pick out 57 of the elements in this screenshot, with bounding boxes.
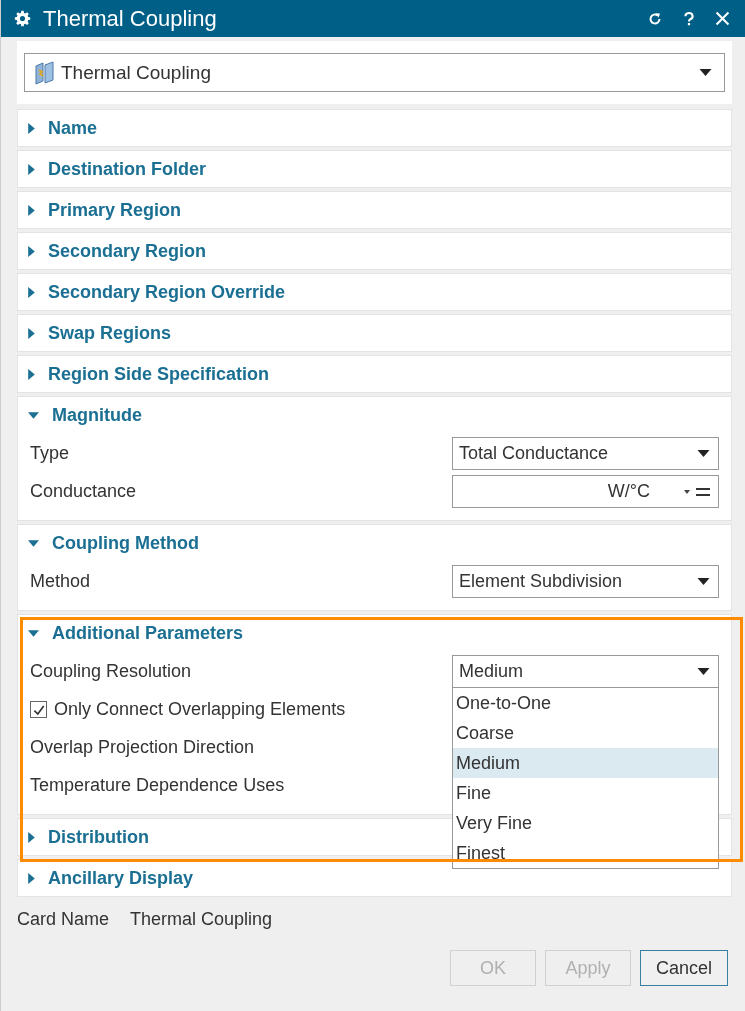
- dialog-button[interactable]: Cancel: [640, 950, 728, 986]
- section-header[interactable]: Secondary Region: [18, 233, 211, 269]
- field-label: Overlap Projection Direction: [30, 737, 255, 758]
- collapsed-triangle-icon: [28, 245, 35, 257]
- section-header[interactable]: Region Side Specification: [18, 356, 274, 392]
- section-header[interactable]: Distribution: [18, 819, 153, 855]
- caret-icon: [699, 69, 712, 76]
- section-header[interactable]: Additional Parameters: [18, 615, 248, 651]
- dropdown-option[interactable]: Fine: [453, 778, 718, 808]
- dropdown-option[interactable]: Medium: [453, 748, 718, 778]
- expanded-triangle-icon: [28, 411, 39, 419]
- dropdown-option[interactable]: One-to-One: [453, 688, 718, 718]
- section-header[interactable]: Swap Regions: [18, 315, 176, 351]
- section-header[interactable]: Magnitude: [18, 397, 146, 433]
- expanded-triangle-icon: [28, 629, 39, 637]
- field-label: Conductance: [30, 481, 137, 502]
- window-title: Thermal Coupling: [43, 5, 217, 32]
- dropdown-option[interactable]: Very Fine: [453, 808, 718, 838]
- collapsed-triangle-icon: [28, 368, 35, 380]
- caret-icon: [697, 578, 710, 585]
- collapsed-triangle-icon: [28, 327, 35, 339]
- collapsed-triangle-icon: [28, 831, 35, 843]
- card-name-value: Thermal Coupling: [130, 909, 273, 930]
- conductance-input[interactable]: W/°C: [452, 475, 719, 508]
- help-icon[interactable]: [681, 9, 697, 28]
- section-header[interactable]: Primary Region: [18, 192, 186, 228]
- select-dropdown[interactable]: Element Subdivision: [452, 565, 719, 598]
- field-label: Method: [30, 571, 91, 592]
- collapsed-triangle-icon: [28, 286, 35, 298]
- plates-icon: [34, 60, 56, 85]
- section-header[interactable]: Secondary Region Override: [18, 274, 290, 310]
- caret-icon: [697, 668, 710, 675]
- collapsed-triangle-icon: [28, 204, 35, 216]
- caret-icon: [697, 450, 710, 457]
- equals-icon[interactable]: [696, 486, 710, 497]
- section-header[interactable]: Name: [18, 110, 102, 146]
- collapsed-triangle-icon: [28, 122, 35, 134]
- field-label: Type: [30, 443, 70, 464]
- checkbox[interactable]: [30, 701, 47, 718]
- field-label: Temperature Dependence Uses: [30, 775, 285, 796]
- collapsed-triangle-icon: [28, 872, 35, 884]
- close-icon[interactable]: [714, 10, 731, 27]
- dropdown-option[interactable]: Finest: [453, 838, 718, 868]
- section-header[interactable]: Coupling Method: [18, 525, 203, 561]
- small-caret-icon[interactable]: [684, 489, 690, 494]
- section-header[interactable]: Destination Folder: [18, 151, 210, 187]
- section-header[interactable]: Ancillary Display: [18, 860, 198, 896]
- checkbox-label[interactable]: Only Connect Overlapping Elements: [54, 699, 346, 720]
- gear-icon[interactable]: [14, 10, 31, 27]
- select-dropdown[interactable]: Total Conductance: [452, 437, 719, 470]
- expanded-triangle-icon: [28, 539, 39, 547]
- card-name-label: Card Name: [17, 909, 110, 930]
- field-label: Coupling Resolution: [30, 661, 192, 682]
- select-dropdown[interactable]: Medium: [452, 655, 719, 688]
- dropdown-option[interactable]: Coarse: [453, 718, 718, 748]
- type-dropdown[interactable]: Thermal Coupling: [24, 53, 725, 92]
- collapsed-triangle-icon: [28, 163, 35, 175]
